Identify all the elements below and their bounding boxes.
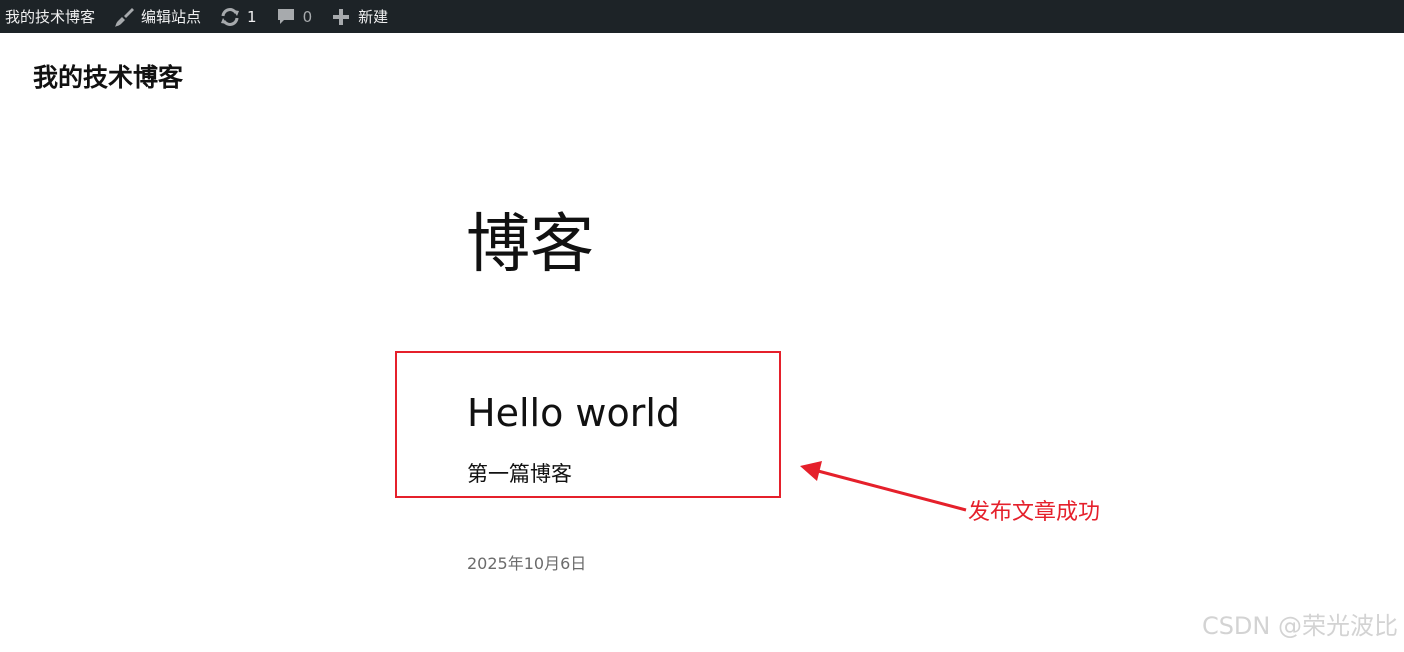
new-label: 新建 bbox=[358, 8, 389, 26]
post-excerpt: 第一篇博客 bbox=[467, 462, 572, 486]
annotation-arrow bbox=[800, 461, 967, 512]
watermark: CSDN @荣光波比 bbox=[1201, 612, 1398, 640]
comments-count: 0 bbox=[302, 7, 313, 26]
updates-count: 1 bbox=[247, 7, 257, 26]
admin-bar-updates[interactable]: 1 bbox=[211, 0, 267, 33]
admin-bar-edit-site[interactable]: 编辑站点 bbox=[105, 0, 211, 33]
admin-bar-comments[interactable]: 0 bbox=[267, 0, 323, 33]
page-title: 博客 bbox=[466, 208, 594, 282]
refresh-icon bbox=[219, 6, 241, 28]
paintbrush-icon bbox=[113, 6, 135, 28]
annotation-label: 发布文章成功 bbox=[968, 500, 1101, 525]
site-title[interactable]: 我的技术博客 bbox=[33, 61, 183, 95]
admin-bar-site-name-label: 我的技术博客 bbox=[5, 8, 96, 26]
comment-bubble-icon bbox=[275, 6, 297, 28]
edit-site-label: 编辑站点 bbox=[141, 8, 202, 26]
plus-icon bbox=[330, 6, 352, 28]
admin-bar-site-name[interactable]: 我的技术博客 bbox=[0, 0, 105, 33]
post-date[interactable]: 2025年10月6日 bbox=[467, 552, 586, 576]
admin-bar-new[interactable]: 新建 bbox=[322, 0, 398, 33]
admin-bar: 我的技术博客 编辑站点 1 0 新建 bbox=[0, 0, 1404, 33]
post-title-link[interactable]: Hello world bbox=[467, 389, 680, 437]
